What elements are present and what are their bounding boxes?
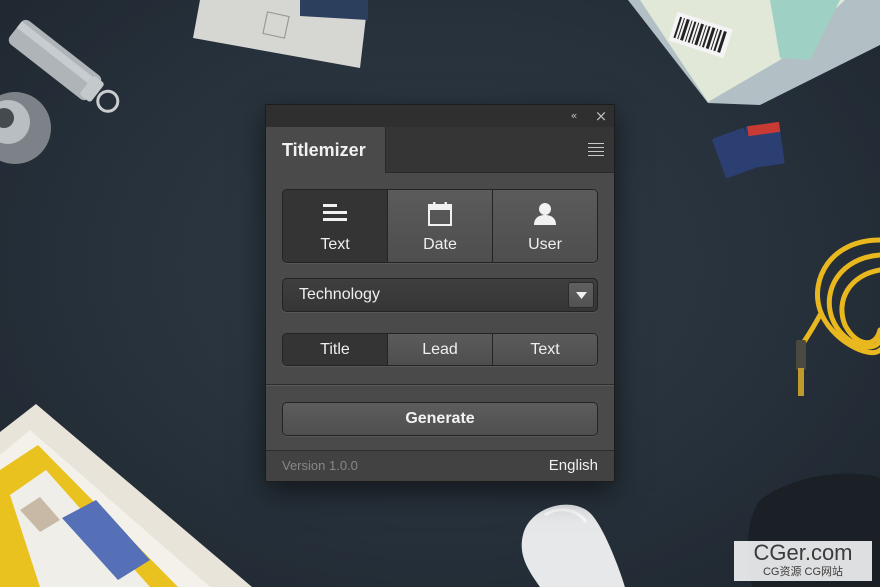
calendar-icon	[428, 202, 452, 226]
yellow-cable	[799, 237, 880, 356]
category-select-value: Technology	[299, 286, 380, 303]
content-type-date-button[interactable]: Date	[387, 190, 492, 262]
panel-titlebar: « ×	[266, 105, 614, 128]
dropdown-arrow-button[interactable]	[568, 282, 594, 308]
watermark-title: CGer.com	[753, 540, 853, 565]
content-type-user-button[interactable]: User	[492, 190, 597, 262]
version-label: Version 1.0.0	[282, 458, 358, 473]
category-select[interactable]: Technology	[282, 278, 598, 312]
section-divider	[266, 384, 614, 385]
white-box	[193, 0, 368, 68]
open-book	[0, 404, 252, 587]
sd-cards	[712, 121, 785, 178]
watermark-subtitle: CG资源 CG网站	[762, 566, 844, 578]
collapse-icon[interactable]: «	[565, 107, 583, 125]
hamburger-menu-icon[interactable]	[588, 143, 604, 156]
tab-titlemizer[interactable]: Titlemizer	[266, 127, 386, 173]
text-type-text-button[interactable]: Text	[492, 334, 597, 365]
text-lines-icon	[323, 204, 347, 221]
text-type-lead-button[interactable]: Lead	[387, 334, 492, 365]
content-type-selector: Text Date User	[282, 189, 598, 263]
content-type-text-button[interactable]: Text	[283, 190, 387, 262]
stacked-boxes	[628, 0, 880, 105]
metal-sphere	[0, 92, 51, 164]
content-type-date-label: Date	[423, 236, 457, 253]
language-selector[interactable]: English	[549, 451, 598, 481]
panel-footer: Version 1.0.0 English	[266, 451, 614, 481]
cable-connector	[796, 340, 806, 370]
panel-tab-row: Titlemizer	[266, 127, 614, 173]
close-icon[interactable]: ×	[592, 107, 610, 125]
text-type-selector: Title Lead Text	[282, 333, 598, 366]
white-mouse	[521, 504, 625, 587]
content-type-user-label: User	[528, 236, 562, 253]
watermark: CGer.com CG资源 CG网站	[734, 541, 872, 581]
text-type-title-button[interactable]: Title	[283, 334, 387, 365]
titlemizer-panel: « × Titlemizer Text Date User Technology…	[265, 104, 615, 482]
content-type-text-label: Text	[320, 236, 350, 253]
chevron-down-icon	[576, 292, 587, 299]
generate-button[interactable]: Generate	[282, 402, 598, 436]
user-icon	[534, 203, 556, 225]
